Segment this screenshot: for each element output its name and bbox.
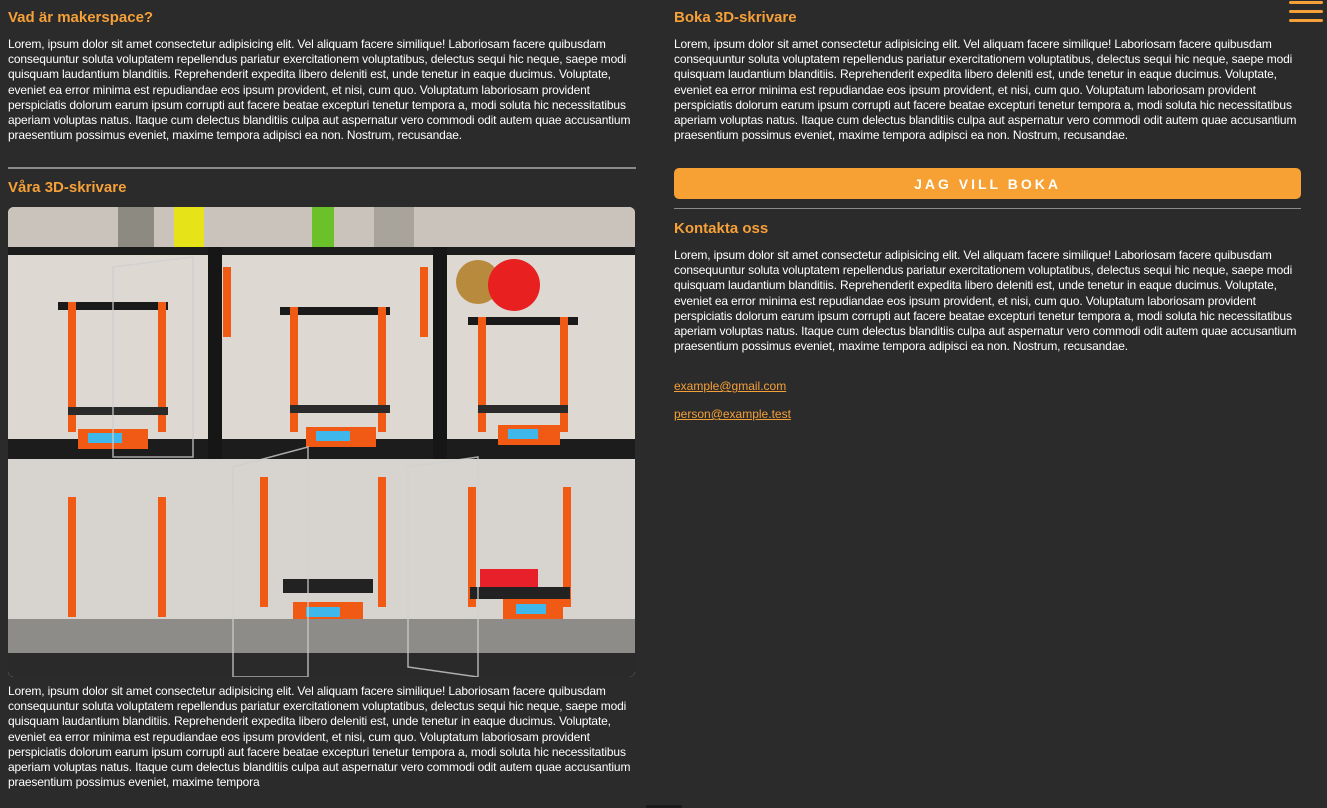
hamburger-menu-icon[interactable] [1289, 0, 1323, 24]
makerspace-text: Lorem, ipsum dolor sit amet consectetur … [8, 37, 631, 143]
divider [674, 208, 1301, 209]
printers-heading: Våra 3D-skrivare [8, 179, 127, 196]
makerspace-heading: Vad är makerspace? [8, 9, 154, 26]
printers-photo-illustration [8, 207, 635, 677]
printers-text: Lorem, ipsum dolor sit amet consectetur … [8, 684, 631, 790]
book-button[interactable]: JAG VILL BOKA [674, 168, 1301, 199]
booking-text: Lorem, ipsum dolor sit amet consectetur … [674, 37, 1297, 143]
divider [8, 167, 636, 169]
booking-heading: Boka 3D-skrivare [674, 9, 797, 26]
contact-text: Lorem, ipsum dolor sit amet consectetur … [674, 248, 1297, 354]
email-link[interactable]: person@example.test [674, 407, 791, 421]
email-link[interactable]: example@gmail.com [674, 379, 786, 393]
printers-photo [8, 207, 635, 677]
contact-heading: Kontakta oss [674, 220, 769, 237]
